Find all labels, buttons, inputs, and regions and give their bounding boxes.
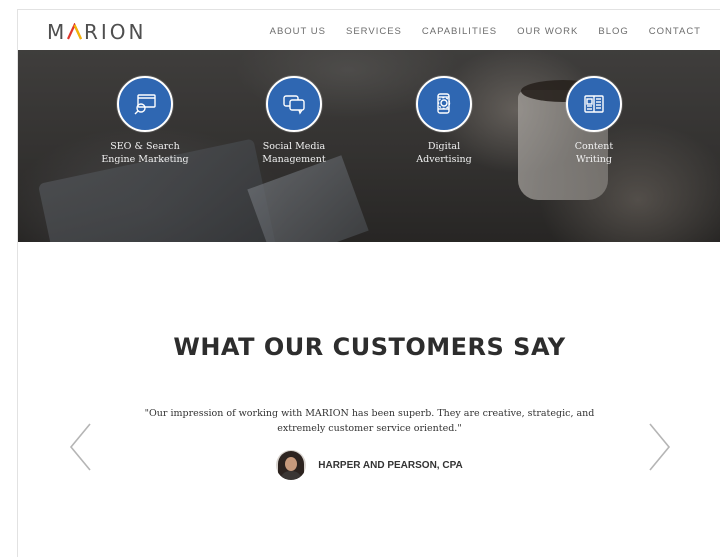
nav-our-work[interactable]: OUR WORK <box>517 26 578 37</box>
service-social-line1: Social Media <box>262 141 326 152</box>
service-digital-line1: Digital <box>427 141 461 152</box>
nav-contact[interactable]: CONTACT <box>649 26 701 37</box>
testimonial-quote-line2: extremely customer service oriented." <box>277 423 462 434</box>
service-seo-line2: Engine Marketing <box>101 154 189 165</box>
logo-text-prefix: M <box>47 20 68 44</box>
avatar <box>276 450 307 480</box>
carousel-next-button[interactable] <box>646 422 672 472</box>
service-digital-line2: Advertising <box>416 154 472 165</box>
hero-banner: SEO & Search Engine Marketing Social Med… <box>18 50 720 242</box>
site-header: MA RION ABOUT US SERVICES CAPABILITIES O… <box>18 10 720 50</box>
service-content-writing[interactable]: Content Writing <box>534 76 654 166</box>
service-content-line1: Content <box>574 141 614 152</box>
testimonials-heading: WHAT OUR CUSTOMERS SAY <box>173 333 566 361</box>
chevron-left-icon <box>69 423 91 471</box>
logo-a-chevron <box>67 23 83 40</box>
mobile-touch-icon <box>416 76 472 132</box>
service-social-media[interactable]: Social Media Management <box>234 76 354 166</box>
nav-capabilities[interactable]: CAPABILITIES <box>422 26 497 37</box>
service-seo[interactable]: SEO & Search Engine Marketing <box>85 76 205 166</box>
testimonial-quote: "Our impression of working with MARION h… <box>118 406 621 436</box>
testimonial-author: HARPER AND PEARSON, CPA <box>18 450 720 480</box>
chevron-right-icon <box>649 423 671 471</box>
chat-bubbles-icon <box>266 76 322 132</box>
document-icon <box>566 76 622 132</box>
service-content-line2: Writing <box>576 154 612 165</box>
nav-services[interactable]: SERVICES <box>346 26 402 37</box>
nav-blog[interactable]: BLOG <box>598 26 628 37</box>
main-nav: ABOUT US SERVICES CAPABILITIES OUR WORK … <box>270 26 701 37</box>
carousel-prev-button[interactable] <box>68 422 94 472</box>
logo-a-mark: A <box>67 20 84 44</box>
nav-about-us[interactable]: ABOUT US <box>270 26 326 37</box>
testimonial-quote-line1: "Our impression of working with MARION h… <box>144 408 595 419</box>
service-digital-advertising[interactable]: Digital Advertising <box>384 76 504 166</box>
service-social-line2: Management <box>262 154 326 165</box>
logo-text-suffix: RION <box>83 20 147 44</box>
monitor-search-icon <box>117 76 173 132</box>
service-seo-line1: SEO & Search <box>110 141 180 152</box>
author-name: HARPER AND PEARSON, CPA <box>318 459 463 471</box>
page-frame: MA RION ABOUT US SERVICES CAPABILITIES O… <box>17 9 720 557</box>
logo[interactable]: MA RION <box>47 20 146 44</box>
